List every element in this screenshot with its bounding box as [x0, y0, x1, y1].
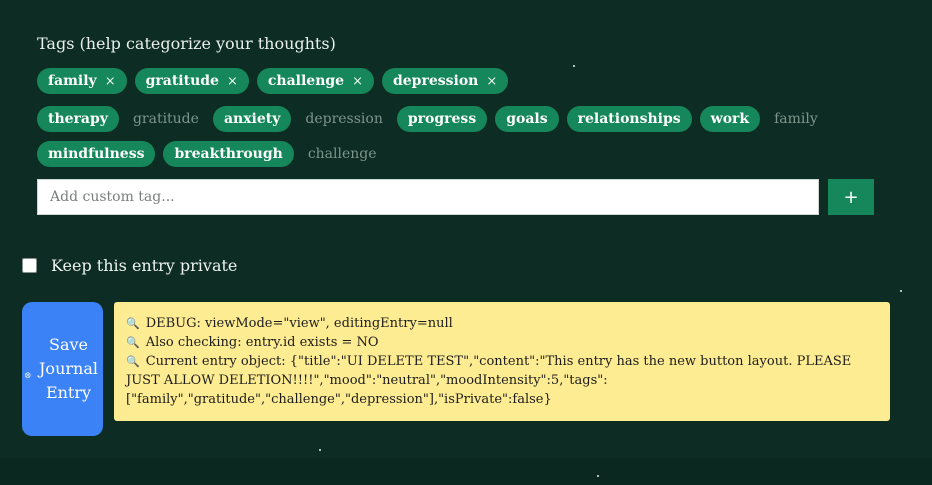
tag-label: challenge	[267, 73, 345, 89]
selected-tag-chip[interactable]: gratitude ×	[134, 68, 249, 94]
save-button-label: Save Journal Entry	[39, 333, 99, 405]
save-icon: ⊗	[24, 371, 32, 381]
suggested-tag-progress[interactable]: progress	[396, 106, 488, 132]
remove-tag-icon[interactable]: ×	[352, 74, 363, 89]
tags-label: Tags (help categorize your thoughts)	[37, 34, 336, 53]
debug-line: 🔍 Also checking: entry.id exists = NO	[126, 333, 878, 352]
save-entry-button[interactable]: ⊗ Save Journal Entry	[22, 302, 103, 436]
debug-line: 🔍 DEBUG: viewMode="view", editingEntry=nu…	[126, 314, 878, 333]
tag-label: family	[48, 73, 97, 89]
star-dot	[573, 65, 575, 67]
tag-label: depression	[392, 73, 479, 89]
magnifier-icon: 🔍	[126, 317, 140, 330]
suggested-tag-goals[interactable]: goals	[495, 106, 559, 132]
debug-text: Also checking: entry.id exists = NO	[145, 335, 379, 350]
suggested-tag-depression[interactable]: depression	[299, 106, 388, 132]
suggested-tag-gratitude[interactable]: gratitude	[127, 106, 205, 132]
selected-tag-chip[interactable]: depression ×	[381, 68, 509, 94]
debug-text: Current entry object: {"title":"UI DELET…	[126, 354, 852, 407]
suggested-tag-breakthrough[interactable]: breakthrough	[163, 141, 294, 167]
tag-label: gratitude	[145, 73, 219, 89]
star-dot	[319, 449, 321, 451]
private-checkbox[interactable]	[22, 258, 37, 273]
suggested-tags-row-1: therapy gratitude anxiety depression pro…	[37, 106, 824, 132]
custom-tag-input[interactable]	[37, 179, 819, 215]
private-toggle-row: Keep this entry private	[22, 256, 237, 275]
suggested-tag-therapy[interactable]: therapy	[37, 106, 119, 132]
selected-tag-chip[interactable]: challenge ×	[256, 68, 374, 94]
private-label: Keep this entry private	[51, 256, 238, 275]
star-dot	[597, 475, 599, 477]
suggested-tag-mindfulness[interactable]: mindfulness	[37, 141, 156, 167]
suggested-tag-challenge[interactable]: challenge	[302, 141, 383, 167]
suggested-tag-anxiety[interactable]: anxiety	[212, 106, 292, 132]
suggested-tag-work[interactable]: work	[699, 106, 761, 132]
debug-line: 🔍 Current entry object: {"title":"UI DELE…	[126, 352, 878, 409]
save-label-line: Journal	[39, 359, 98, 378]
save-label-line: Entry	[45, 383, 92, 402]
selected-tag-chip[interactable]: family ×	[37, 68, 127, 94]
debug-text: DEBUG: viewMode="view", editingEntry=nul…	[145, 316, 453, 331]
bottom-band	[0, 458, 932, 485]
star-dot	[900, 290, 902, 292]
suggested-tag-family[interactable]: family	[768, 106, 824, 132]
suggested-tag-relationships[interactable]: relationships	[566, 106, 692, 132]
suggested-tags-row-2: mindfulness breakthrough challenge	[37, 141, 383, 167]
remove-tag-icon[interactable]: ×	[486, 74, 497, 89]
remove-tag-icon[interactable]: ×	[227, 74, 238, 89]
save-label-line: Save	[48, 335, 88, 354]
remove-tag-icon[interactable]: ×	[105, 74, 116, 89]
magnifier-icon: 🔍	[126, 355, 140, 368]
selected-tags: family × gratitude × challenge × depression…	[37, 68, 509, 94]
add-tag-button[interactable]: +	[828, 179, 874, 215]
debug-panel: 🔍 DEBUG: viewMode="view", editingEntry=nu…	[114, 302, 890, 421]
magnifier-icon: 🔍	[126, 336, 140, 349]
